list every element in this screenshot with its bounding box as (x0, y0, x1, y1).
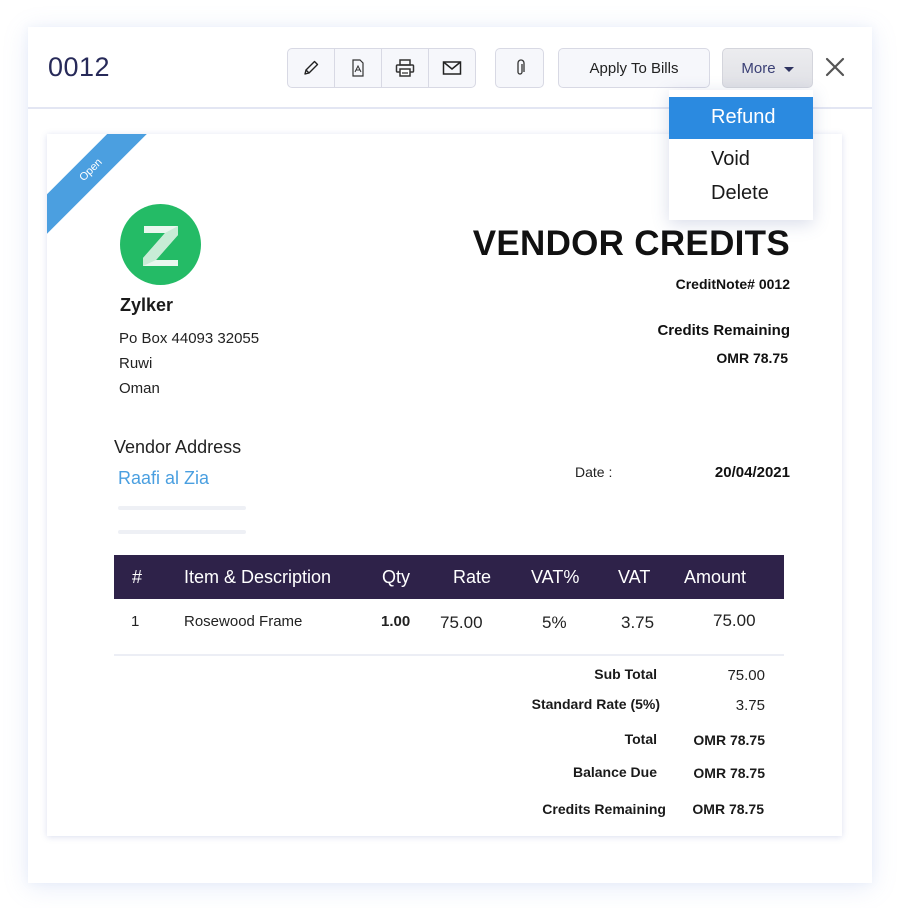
address-line: Po Box 44093 32055 (119, 330, 260, 347)
date-label: Date : (575, 464, 613, 480)
column-header: VAT% (531, 567, 580, 587)
subtotal-label: Sub Total (594, 666, 657, 682)
column-header: Amount (684, 567, 747, 587)
pdf-icon (352, 59, 364, 77)
email-button[interactable] (429, 49, 475, 87)
mail-icon (442, 61, 462, 75)
credits-remaining-value: OMR 78.75 (716, 350, 788, 366)
column-header: Qty (382, 567, 411, 587)
logo-z-icon (143, 226, 178, 266)
company-name: Zylker (120, 295, 174, 315)
company-logo (120, 204, 201, 285)
address-placeholder (118, 506, 246, 510)
item-vat-percent: 5% (542, 613, 567, 632)
date-value: 20/04/2021 (714, 464, 790, 481)
printer-icon (395, 59, 415, 77)
caret-down-icon (783, 66, 794, 72)
close-icon (825, 57, 845, 77)
balance-due-value: OMR 78.75 (693, 765, 765, 781)
item-vat: 3.75 (621, 613, 655, 632)
document-title: VENDOR CREDITS (472, 224, 790, 263)
column-header: Item & Description (184, 567, 332, 587)
menu-item-refund[interactable]: Refund (669, 97, 813, 139)
item-description: Rosewood Frame (184, 613, 303, 630)
pencil-icon (304, 60, 319, 75)
document-preview: Open Zylker Po Box 44093 32055 Ruwi Oman… (47, 134, 842, 836)
column-header: # (132, 567, 143, 587)
more-dropdown-menu: Refund Void Delete (669, 90, 813, 220)
credits-remaining-total-label: Credits Remaining (542, 801, 666, 817)
row-number: 1 (131, 613, 140, 630)
menu-item-label: Void (711, 148, 750, 170)
item-amount: 75.00 (713, 611, 756, 630)
item-rate: 75.00 (440, 613, 483, 632)
paperclip-icon (516, 59, 525, 75)
address-placeholder (118, 530, 246, 534)
credit-note-number: CreditNote# 0012 (675, 276, 790, 292)
document-number: 0012 (48, 52, 111, 82)
more-button[interactable]: More (722, 48, 813, 88)
print-button[interactable] (382, 49, 429, 87)
close-button[interactable] (824, 56, 846, 78)
subtotal-value: 75.00 (727, 667, 765, 684)
vendor-name-link[interactable]: Raafi al Zia (118, 468, 209, 489)
attach-button[interactable] (495, 48, 544, 88)
item-qty: 1.00 (381, 613, 411, 630)
table-row: 1 Rosewood Frame 1.00 75.00 5% 3.75 75.0… (114, 599, 784, 656)
menu-item-label: Refund (711, 106, 776, 128)
credits-remaining-total-value: OMR 78.75 (692, 801, 764, 817)
toolbar-button-group (287, 48, 476, 88)
items-table-header: # Item & Description Qty Rate VAT% VAT A… (114, 555, 784, 599)
total-label: Total (624, 731, 657, 747)
menu-item-label: Delete (711, 182, 769, 204)
more-label: More (741, 59, 776, 77)
balance-due-label: Balance Due (572, 764, 657, 780)
address-line: Ruwi (119, 355, 153, 372)
vendor-address-label: Vendor Address (114, 437, 242, 457)
tax-label: Standard Rate (5%) (531, 696, 660, 712)
credits-remaining-label: Credits Remaining (657, 322, 790, 339)
column-header: VAT (618, 567, 651, 587)
address-line: Oman (119, 380, 160, 397)
edit-button[interactable] (288, 49, 335, 87)
pdf-button[interactable] (335, 49, 382, 87)
total-value: OMR 78.75 (693, 732, 765, 748)
menu-item-delete[interactable]: Delete (669, 173, 813, 215)
apply-to-bills-button[interactable]: Apply To Bills (558, 48, 710, 88)
tax-value: 3.75 (735, 697, 765, 714)
column-header: Rate (453, 567, 492, 587)
